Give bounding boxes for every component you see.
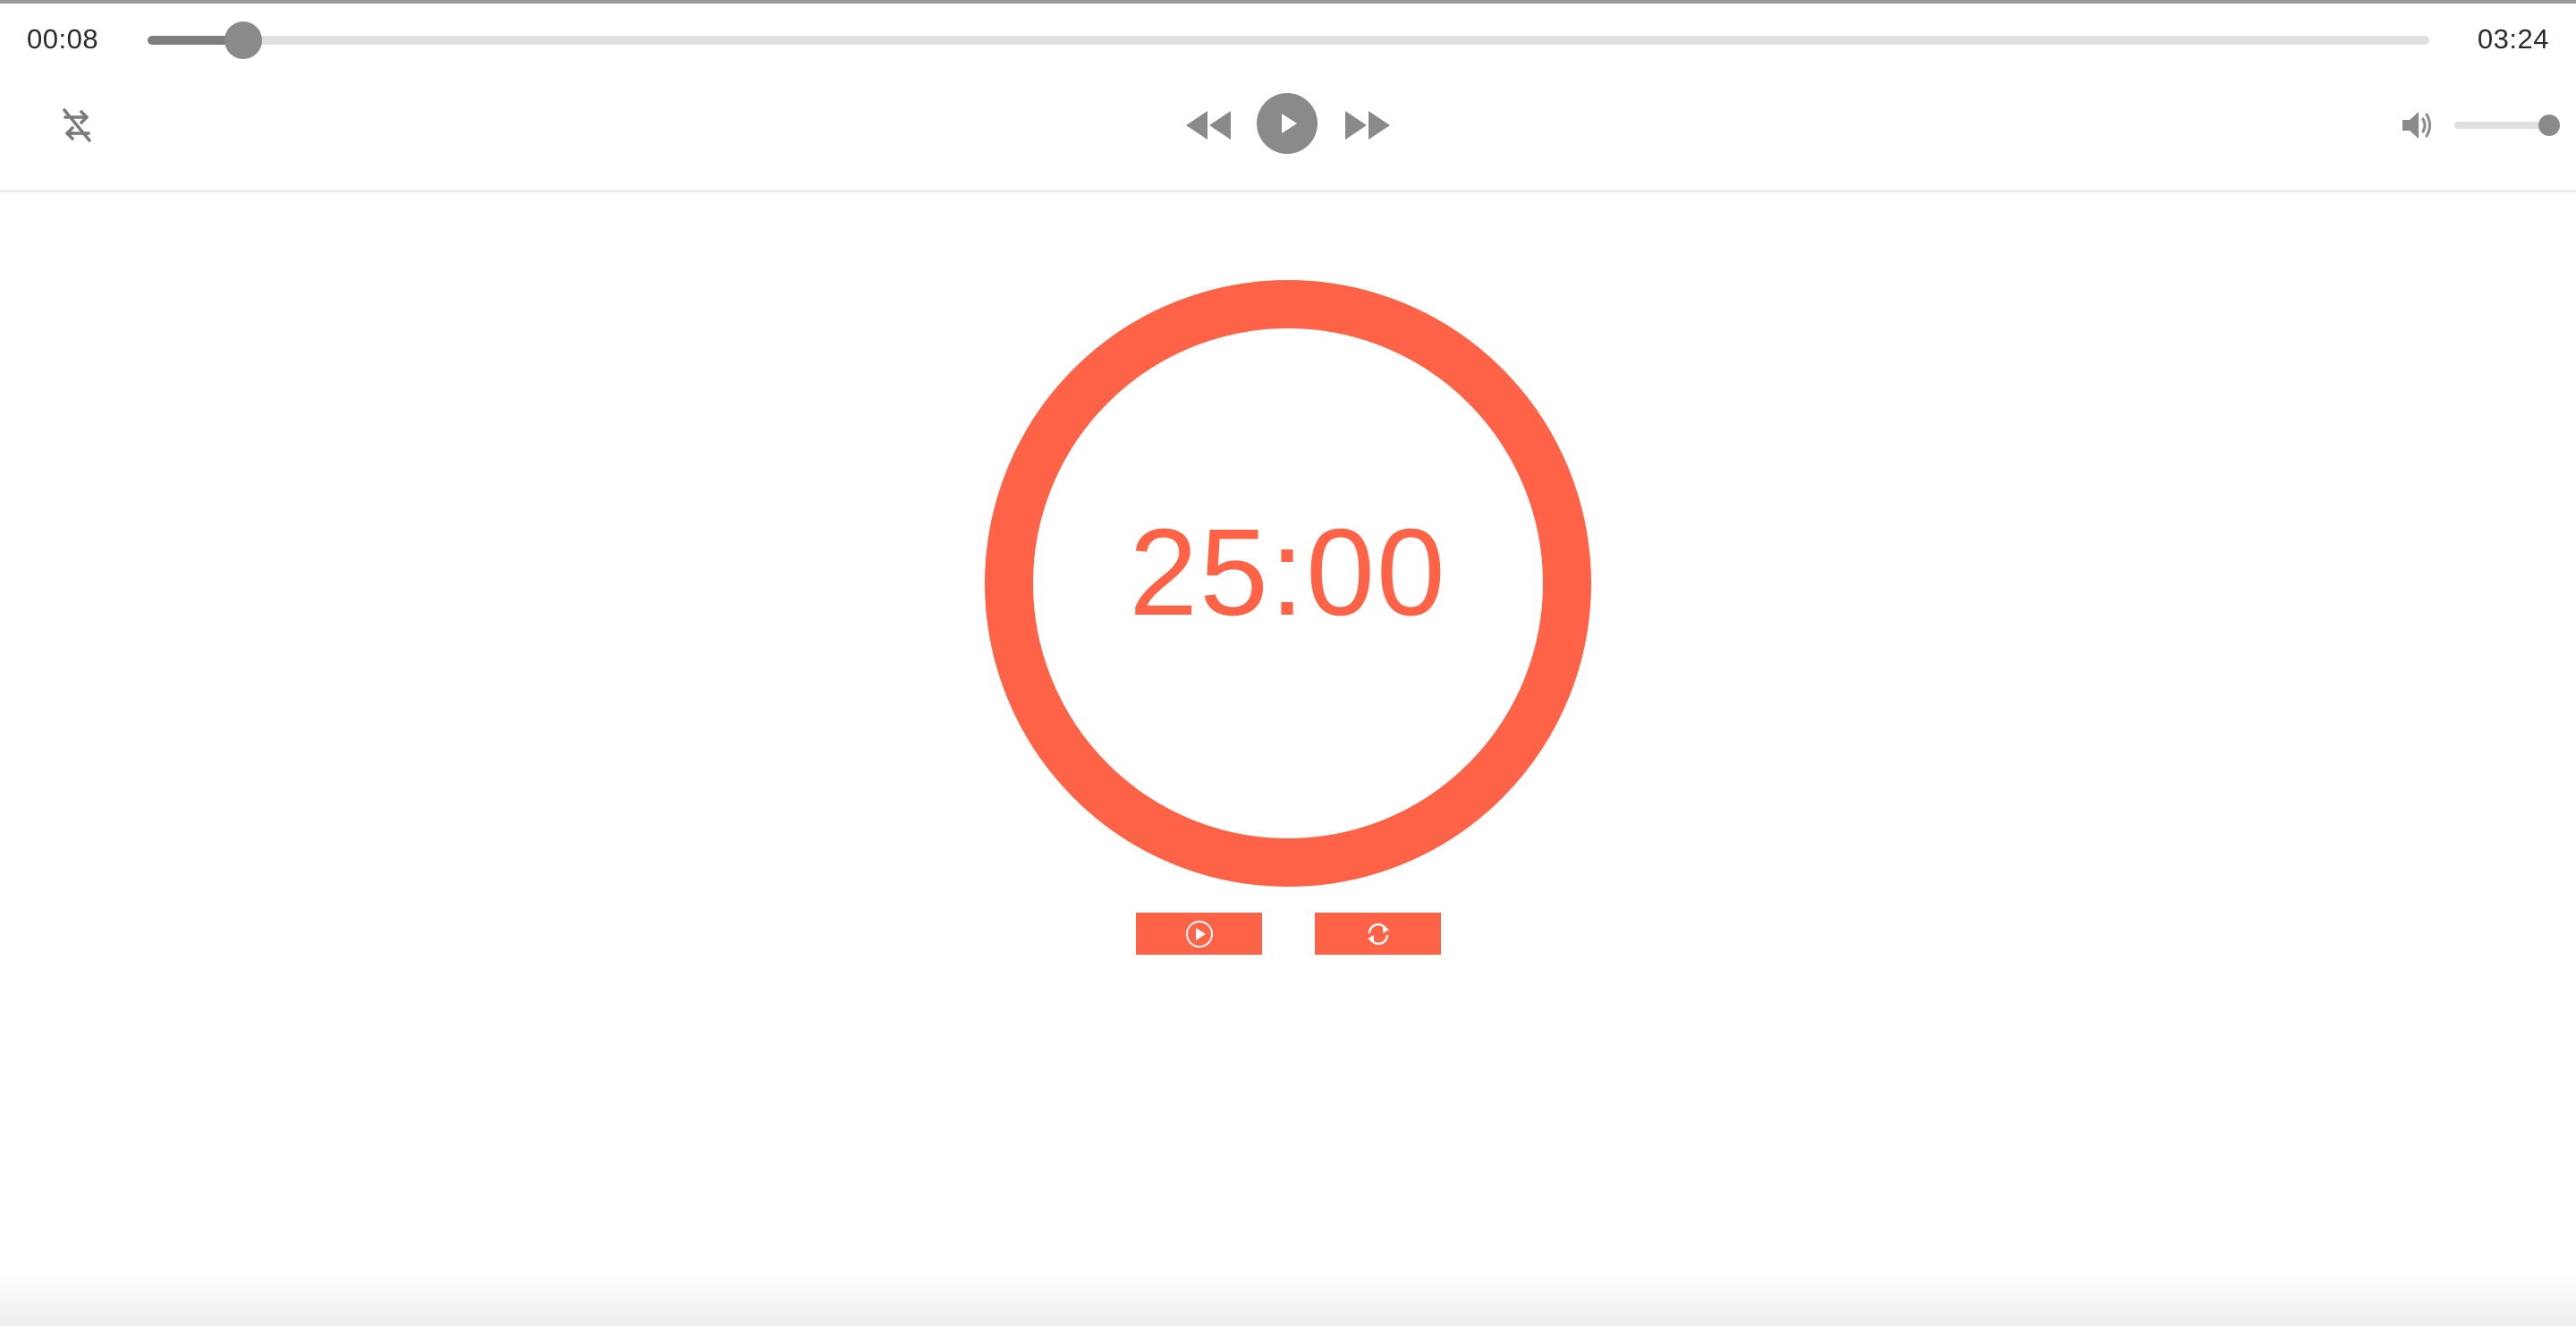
volume-slider[interactable]	[2454, 115, 2560, 136]
play-circle-icon	[1185, 920, 1213, 948]
rewind-button[interactable]	[1182, 106, 1234, 145]
total-time: 03:24	[2477, 23, 2549, 55]
fast-forward-icon	[1345, 111, 1390, 140]
music-player-bar: 00:08 03:24	[0, 4, 2576, 192]
timer-start-button[interactable]	[1136, 913, 1262, 955]
play-button[interactable]	[1257, 93, 1318, 154]
timer-reset-button[interactable]	[1315, 913, 1441, 955]
seek-slider[interactable]	[148, 21, 2429, 59]
current-time: 00:08	[27, 23, 99, 55]
volume-thumb[interactable]	[2538, 115, 2560, 136]
timer-display: 25:00	[1129, 504, 1447, 642]
transport-controls	[0, 93, 2576, 157]
bottom-shadow	[0, 1271, 2576, 1326]
volume-button[interactable]	[2397, 104, 2440, 147]
rewind-icon	[1186, 111, 1231, 140]
volume-icon	[2402, 112, 2431, 139]
play-icon	[1282, 114, 1297, 133]
volume-fill	[2454, 122, 2549, 129]
refresh-icon	[1367, 922, 1389, 945]
fast-forward-button[interactable]	[1342, 106, 1394, 145]
seek-thumb[interactable]	[225, 21, 262, 59]
